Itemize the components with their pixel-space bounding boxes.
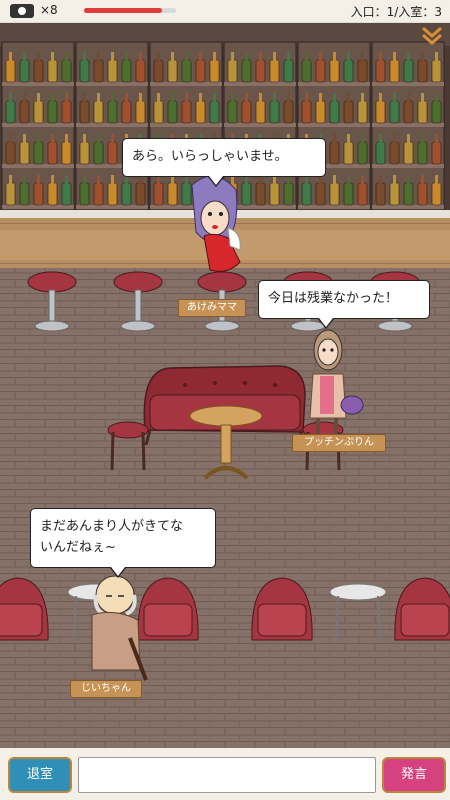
- speech-bubble-puchin: 今日は残業なかった！: [258, 280, 430, 329]
- speech-text-jiichan-line2: いんだねぇ~: [40, 539, 116, 555]
- health-bar-fill: [84, 8, 163, 13]
- nametag-jiichan[interactable]: じいちゃん: [70, 680, 142, 698]
- bar-scene: ×8 入口：1/入室：3 あら。いらっしゃいませ。 今日は残業なかった！ まだあ…: [0, 0, 450, 800]
- status-bar: ×8 入口：1/入室：3: [0, 0, 450, 23]
- eye-icon: [10, 4, 34, 18]
- message-input[interactable]: [78, 757, 376, 793]
- speech-text-puchin: 今日は残業なかった！: [268, 291, 399, 306]
- bar-background: [0, 22, 450, 748]
- room-info: 入口：1/入室：3: [350, 5, 442, 19]
- health-bar: [84, 8, 176, 13]
- double-chevron-down-icon[interactable]: [420, 24, 444, 48]
- speech-bubble-mama: あら。いらっしゃいませ。: [122, 138, 326, 187]
- nametag-puchin[interactable]: プッチンぷりん: [292, 434, 386, 452]
- nametag-mama[interactable]: あけみママ: [178, 299, 246, 317]
- speak-button[interactable]: 発言: [382, 757, 446, 793]
- exit-room-button[interactable]: 退室: [8, 757, 72, 793]
- speech-text-mama: あら。いらっしゃいませ。: [132, 149, 288, 164]
- speech-bubble-jiichan: まだあんまり人がきてな いんだねぇ~: [30, 508, 216, 578]
- speech-text-jiichan-line1: まだあんまり人がきてな: [40, 519, 184, 534]
- visibility-count: ×8: [40, 3, 58, 17]
